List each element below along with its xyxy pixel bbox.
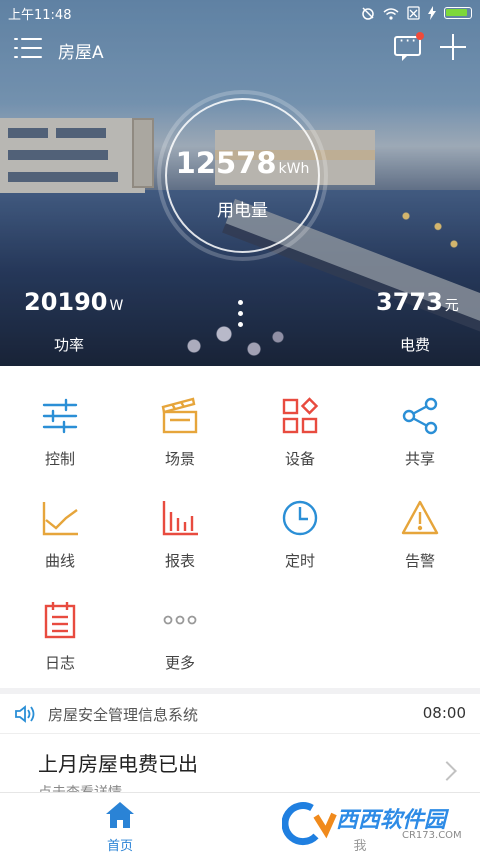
sliders-icon (42, 398, 78, 434)
add-icon[interactable] (440, 34, 466, 60)
grid-item-device[interactable]: 设备 (240, 372, 360, 472)
status-bar: 上午11:48 (0, 0, 480, 26)
grid-item-log[interactable]: 日志 (0, 576, 120, 676)
energy-ring[interactable]: 12578 kWh 用电量 (157, 90, 328, 261)
fee-value: 3773 元 (376, 288, 459, 316)
grid-item-alarm[interactable]: 告警 (360, 474, 480, 574)
grid-label: 更多 (164, 654, 195, 672)
clock-icon (282, 500, 318, 536)
grid-item-report[interactable]: 报表 (120, 474, 240, 574)
bar-chart-icon (162, 501, 198, 536)
watermark-logo-icon (282, 802, 337, 846)
nav-home-label: 首页 (106, 839, 133, 853)
top-bar: 房屋A (0, 28, 480, 72)
log-icon (44, 602, 76, 639)
power-label: 功率 (54, 336, 85, 354)
grid-item-more[interactable]: 更多 (120, 576, 240, 676)
chevron-right-icon (437, 761, 457, 781)
grid-label: 定时 (284, 552, 315, 570)
energy-label: 用电量 (217, 201, 268, 221)
fee-stat: 3773 元 电费 (376, 288, 459, 354)
grid-label: 报表 (164, 552, 195, 570)
grid-label: 曲线 (44, 552, 75, 570)
more-icon (163, 615, 197, 625)
unread-dot (416, 32, 424, 40)
status-time: 上午11:48 (8, 7, 72, 23)
share-icon (402, 397, 438, 435)
bill-title: 上月房屋电费已出 (38, 752, 198, 776)
more-vertical-icon[interactable] (236, 300, 244, 332)
grid-label: 控制 (44, 450, 75, 468)
grid-item-timer[interactable]: 定时 (240, 474, 360, 574)
battery-icon (444, 7, 472, 19)
wifi-icon (383, 7, 399, 20)
function-grid: 控制 场景 设备 共享 曲线 报表 定时 告警 日志 更多 (0, 372, 480, 688)
home-icon (106, 802, 134, 828)
grid-label: 告警 (404, 552, 435, 570)
charging-icon (428, 6, 436, 20)
grid-item-share[interactable]: 共享 (360, 372, 480, 472)
bill-notification[interactable]: 上月房屋电费已出 点击查看详情 (0, 734, 480, 801)
clapperboard-icon (161, 397, 198, 434)
notice-time: 08:00 (422, 704, 466, 722)
message-button[interactable] (394, 31, 424, 62)
grid-item-control[interactable]: 控制 (0, 372, 120, 472)
energy-value: 12578 kWh (175, 146, 310, 180)
grid-label: 日志 (44, 654, 75, 672)
line-chart-icon (42, 502, 78, 536)
no-sim-icon (407, 6, 420, 20)
watermark-logo: 西西软件园 CR173.COM (282, 794, 478, 850)
grid-label: 场景 (164, 450, 195, 468)
grid-label: 设备 (284, 450, 315, 468)
grid-item-scene[interactable]: 场景 (120, 372, 240, 472)
device-grid-icon (282, 397, 319, 434)
power-value: 20190 W (24, 288, 124, 316)
speaker-icon (15, 705, 35, 723)
fee-label: 电费 (400, 336, 431, 354)
watermark-url: CR173.COM (402, 830, 462, 841)
notice-bar[interactable]: 房屋安全管理信息系统 08:00 (0, 694, 480, 734)
power-stat: 20190 W 功率 (24, 288, 124, 354)
notice-text: 房屋安全管理信息系统 (48, 706, 199, 724)
nav-home[interactable]: 首页 (80, 797, 160, 853)
grid-item-curve[interactable]: 曲线 (0, 474, 120, 574)
house-selector[interactable]: 房屋A (58, 38, 104, 63)
grid-label: 共享 (404, 450, 435, 468)
alarm-off-icon (362, 7, 374, 20)
warning-icon (401, 500, 439, 535)
menu-icon[interactable] (14, 36, 42, 60)
